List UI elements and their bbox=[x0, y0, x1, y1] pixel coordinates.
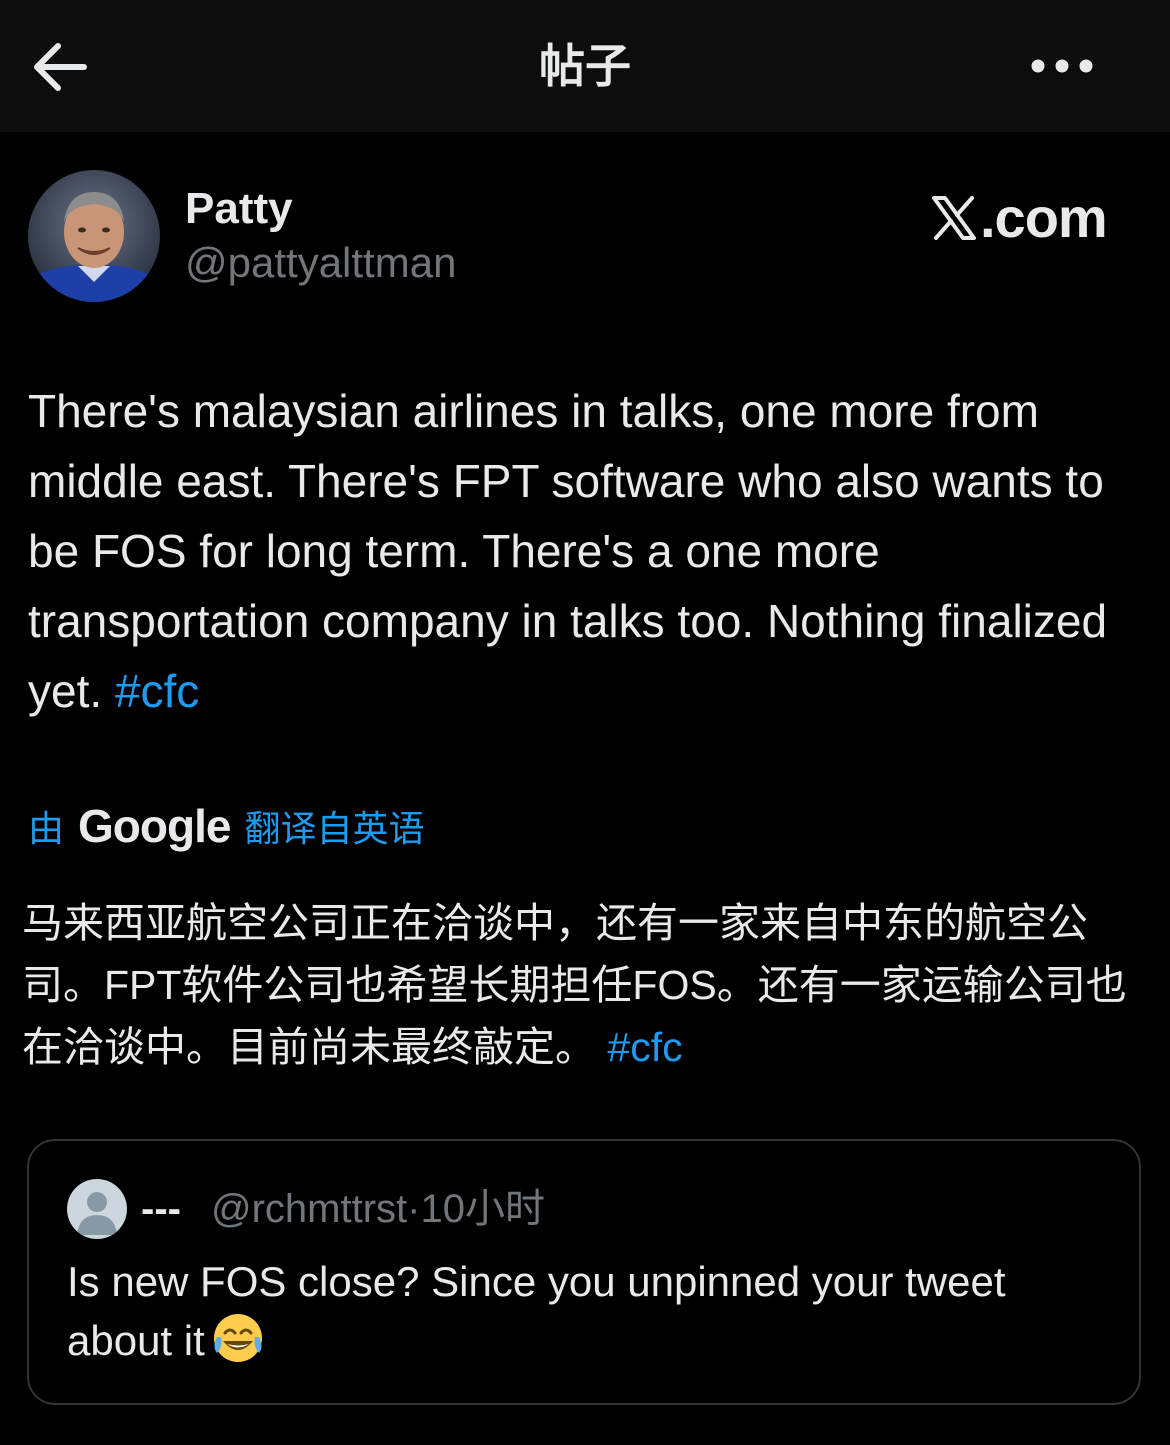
author-name[interactable]: Patty bbox=[185, 183, 293, 235]
translation-attribution[interactable]: 由 Google 翻译自英语 bbox=[28, 796, 424, 856]
x-brand-text: .com bbox=[980, 186, 1108, 249]
quoted-author-avatar[interactable] bbox=[67, 1179, 127, 1239]
hashtag-link[interactable]: #cfc bbox=[115, 665, 199, 717]
default-user-icon bbox=[67, 1179, 127, 1239]
google-logo: Google bbox=[78, 800, 231, 852]
tweet-body: There's malaysian airlines in talks, one… bbox=[28, 376, 1148, 726]
top-app-bar: 帖子 bbox=[0, 0, 1170, 132]
translated-hashtag-link[interactable]: #cfc bbox=[607, 1024, 682, 1070]
quoted-author-handle[interactable]: @rchmttrst bbox=[211, 1187, 407, 1231]
x-brand-logo: .com bbox=[930, 186, 1108, 250]
more-options-button[interactable] bbox=[1024, 40, 1148, 92]
page-title: 帖子 bbox=[539, 40, 631, 92]
more-horizontal-icon bbox=[1031, 59, 1093, 73]
author-avatar[interactable] bbox=[28, 170, 160, 302]
quoted-author-name[interactable]: --- bbox=[141, 1183, 181, 1235]
quoted-meta: @rchmttrst·10小时 bbox=[211, 1183, 545, 1235]
translation-prefix: 由 bbox=[28, 808, 65, 849]
translated-body: 马来西亚航空公司正在洽谈中，还有一家来自中东的航空公司。FPT软件公司也希望长期… bbox=[22, 892, 1152, 1078]
quoted-tweet-body: Is new FOS close? Since you unpinned you… bbox=[67, 1253, 1107, 1370]
avatar-photo bbox=[28, 170, 160, 302]
face-with-tears-of-joy-icon bbox=[213, 1314, 262, 1362]
quoted-timestamp: 10小时 bbox=[420, 1187, 545, 1231]
quoted-tweet-text: Is new FOS close? Since you unpinned you… bbox=[67, 1258, 1006, 1364]
translated-body-text: 马来西亚航空公司正在洽谈中，还有一家来自中东的航空公司。FPT软件公司也希望长期… bbox=[22, 900, 1127, 1070]
quoted-tweet-card[interactable]: --- @rchmttrst·10小时 Is new FOS close? Si… bbox=[27, 1139, 1141, 1405]
x-logo-icon bbox=[932, 196, 976, 240]
translation-source-label: 翻译自英语 bbox=[244, 808, 425, 849]
meta-separator: · bbox=[407, 1187, 421, 1231]
author-handle[interactable]: @pattyalttman bbox=[185, 237, 456, 289]
